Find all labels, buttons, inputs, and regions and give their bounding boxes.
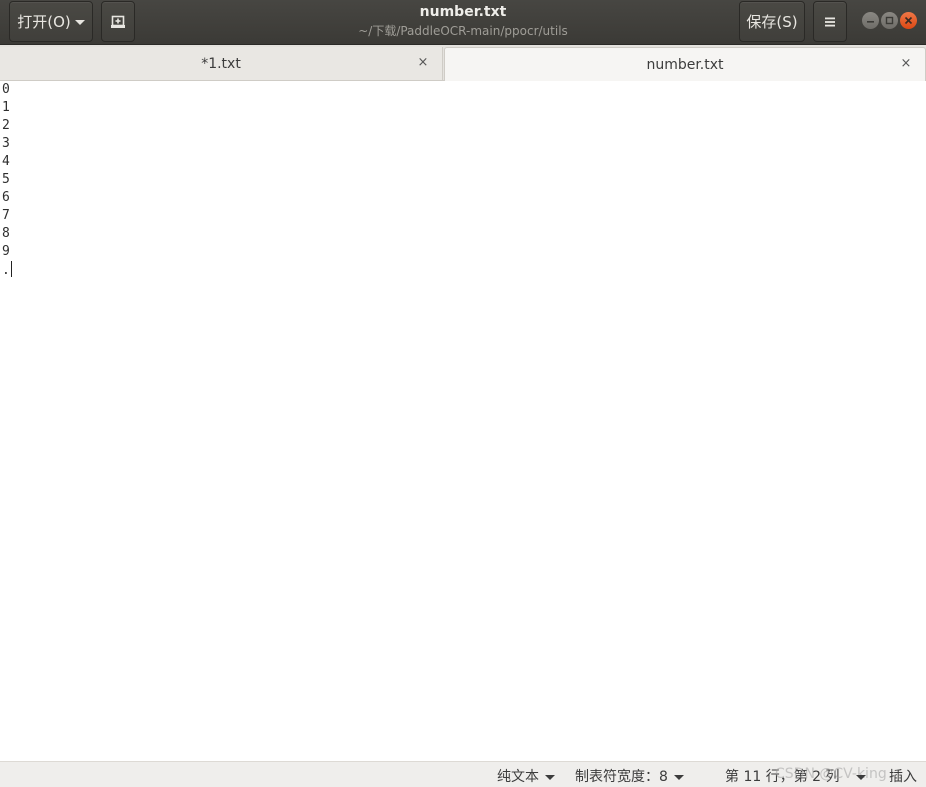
text-editor[interactable]: 0 1 2 3 4 5 6 7 8 9 . (0, 81, 926, 761)
language-selector[interactable]: 纯文本 (497, 766, 555, 786)
save-button[interactable]: 保存(S) (739, 1, 805, 42)
editor-line: 0 (2, 82, 10, 97)
tab-width-selector[interactable]: 制表符宽度：8 (575, 766, 684, 786)
editor-line: 3 (2, 136, 10, 151)
tab-number-txt[interactable]: number.txt × (444, 47, 926, 81)
window-title: number.txt (419, 4, 507, 20)
insert-mode-selector[interactable] (856, 773, 866, 780)
window-subtitle: ~/下载/PaddleOCR-main/ppocr/utils (358, 24, 568, 38)
close-icon[interactable]: × (898, 56, 914, 72)
close-window-button[interactable] (900, 12, 917, 29)
editor-line: 7 (2, 208, 10, 223)
editor-line: 1 (2, 100, 10, 115)
editor-line: 6 (2, 190, 10, 205)
editor-line: 2 (2, 118, 10, 133)
close-icon[interactable]: × (415, 55, 431, 71)
status-bar: 纯文本 制表符宽度：8 第 11 行，第 2 列 CSDN @CV-king 插… (0, 761, 926, 787)
editor-line-current: . (0, 261, 926, 279)
close-icon (904, 16, 913, 25)
chevron-down-icon (545, 774, 555, 780)
tab-width-label: 制表符宽度：8 (575, 769, 668, 785)
editor-line: 5 (2, 172, 10, 187)
language-label: 纯文本 (497, 769, 539, 785)
maximize-button[interactable] (881, 12, 898, 29)
editor-line: 8 (2, 226, 10, 241)
maximize-icon (885, 16, 894, 25)
menu-button[interactable] (813, 1, 847, 42)
minimize-icon (867, 21, 874, 23)
open-button[interactable]: 打开(O) (9, 1, 93, 42)
hamburger-menu-icon (825, 17, 835, 26)
tab-1-txt[interactable]: *1.txt × (0, 47, 443, 80)
editor-line-text: . (2, 263, 10, 278)
new-document-icon (111, 15, 125, 28)
editor-line: 4 (2, 154, 10, 169)
new-document-button[interactable] (101, 1, 135, 42)
tab-bar: *1.txt × number.txt × (0, 45, 926, 81)
tab-label: number.txt (646, 56, 724, 73)
text-cursor (10, 261, 12, 277)
chevron-down-icon (856, 775, 866, 780)
insert-mode-label: 插入 (889, 769, 917, 785)
tab-label: *1.txt (201, 55, 241, 72)
save-button-label: 保存(S) (746, 13, 798, 31)
chevron-down-icon (74, 20, 85, 25)
window-title-area: number.txt ~/下载/PaddleOCR-main/ppocr/uti… (300, 3, 626, 39)
chevron-down-icon (673, 774, 684, 780)
watermark: CSDN @CV-king (775, 766, 887, 782)
header-bar: 打开(O) number.txt ~/下载/PaddleOCR-main/ppo… (0, 0, 926, 45)
minimize-button[interactable] (862, 12, 879, 29)
open-button-label: 打开(O) (17, 13, 71, 31)
editor-line: 9 (2, 244, 10, 259)
